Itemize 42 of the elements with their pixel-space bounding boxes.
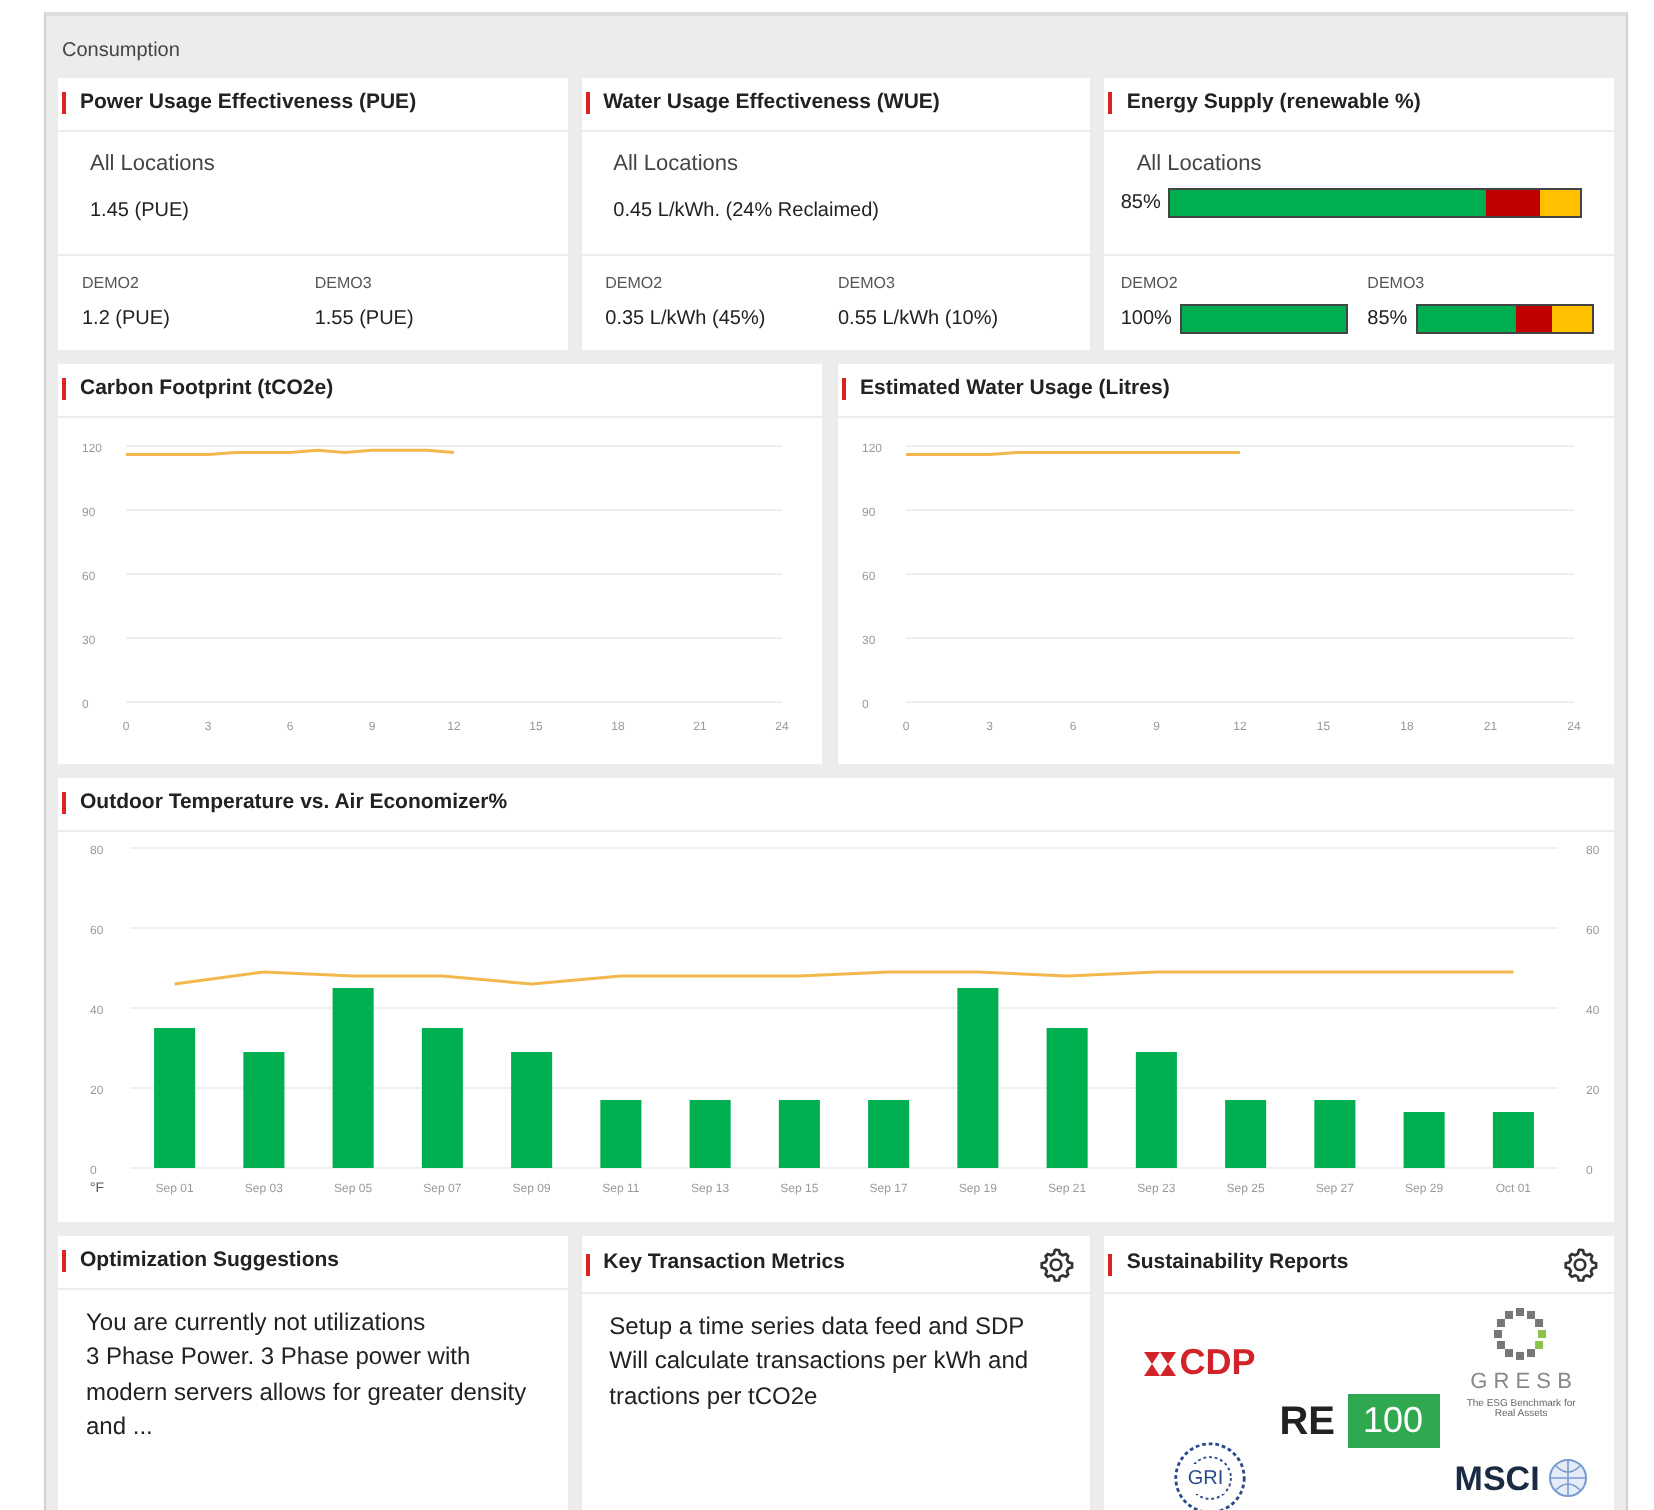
- logo-badge: 100: [1347, 1394, 1440, 1448]
- metric-value: 1.2 (PUE): [82, 305, 172, 334]
- card-title: Key Transaction Metrics: [603, 1248, 845, 1279]
- metric-value: 0.55 L/kWh (10%): [838, 305, 1001, 334]
- card-title: Water Usage Effectiveness (WUE): [603, 88, 940, 118]
- metric-value: 0.45 L/kWh. (24% Reclaimed): [613, 198, 881, 227]
- globe-icon: [1171, 1440, 1248, 1510]
- site-label: DEMO2: [82, 271, 141, 296]
- globe-icon: [1547, 1458, 1588, 1499]
- site-label: DEMO2: [1120, 271, 1180, 296]
- site-label: DEMO3: [838, 271, 897, 296]
- site-label: DEMO3: [1367, 271, 1427, 296]
- card-title: Power Usage Effectiveness (PUE): [80, 88, 417, 118]
- logo-text: RE: [1279, 1397, 1336, 1447]
- logo-text: CDP: [1179, 1340, 1256, 1387]
- metric-value: 85%: [1367, 305, 1408, 334]
- settings-icon[interactable]: [1562, 1246, 1598, 1282]
- logo-text: G R E S B: [1470, 1368, 1572, 1398]
- metric-value: 0.35 L/kWh (45%): [605, 305, 768, 334]
- location-label: All Locations: [1136, 149, 1264, 180]
- ring-icon: [1491, 1306, 1552, 1366]
- metric-value: 100%: [1120, 305, 1172, 334]
- logo-text: MSCI: [1454, 1457, 1540, 1501]
- card-title: Estimated Water Usage (Litres): [860, 374, 1170, 404]
- metric-value: 85%: [1120, 190, 1161, 219]
- cdp-mark-icon: [1139, 1347, 1180, 1380]
- metric-value: 1.55 (PUE): [314, 305, 416, 334]
- card-title: Optimization Suggestions: [80, 1246, 340, 1276]
- logo-text: GRI: [1187, 1463, 1224, 1494]
- card-title: Carbon Footprint (tCO2e): [80, 374, 334, 404]
- card-text: Setup a time series data feed and SDP Will calculate transactions per kWh and tractions per tCO2e: [607, 1310, 1031, 1414]
- card-title: Energy Supply (renewable %): [1126, 88, 1421, 118]
- metric-value: 1.45 (PUE): [90, 198, 191, 227]
- card-text: You are currently not utilizations 3 Phase Power. 3 Phase power with modern servers allows for greater density and ...: [84, 1305, 529, 1444]
- site-label: DEMO3: [314, 271, 374, 296]
- site-label: DEMO2: [605, 271, 665, 296]
- location-label: All Locations: [613, 149, 741, 180]
- card-title: Outdoor Temperature vs. Air Economizer%: [80, 788, 508, 818]
- card-title: Sustainability Reports: [1126, 1248, 1349, 1279]
- panel-title: Consumption: [60, 38, 182, 66]
- settings-icon[interactable]: [1038, 1246, 1075, 1282]
- location-label: All Locations: [90, 149, 217, 180]
